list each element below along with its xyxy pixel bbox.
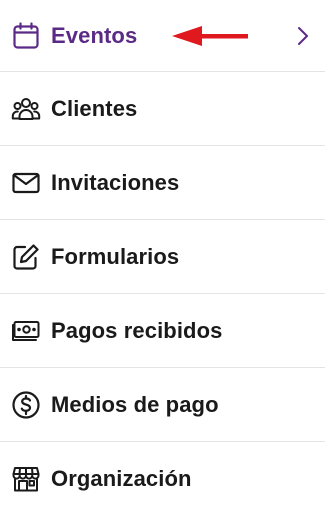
sidebar-menu: Eventos Clientes Invitaciones Formulario… — [0, 0, 325, 516]
calendar-icon — [11, 21, 41, 51]
dollar-circle-icon — [11, 390, 41, 420]
chevron-right-icon[interactable] — [295, 24, 311, 48]
menu-item-invitaciones[interactable]: Invitaciones — [0, 146, 325, 220]
menu-item-label: Medios de pago — [51, 391, 219, 417]
menu-item-eventos[interactable]: Eventos — [0, 0, 325, 72]
envelope-icon — [11, 168, 41, 198]
storefront-icon — [11, 464, 41, 494]
menu-item-label: Invitaciones — [51, 169, 180, 195]
annotation-arrow-icon — [170, 24, 250, 48]
menu-item-label: Eventos — [51, 22, 138, 48]
menu-item-label: Organización — [51, 466, 192, 491]
menu-item-label: Formularios — [51, 243, 180, 269]
menu-item-label: Clientes — [51, 95, 138, 121]
menu-item-formularios[interactable]: Formularios — [0, 220, 325, 294]
menu-item-pagos-recibidos[interactable]: Pagos recibidos — [0, 294, 325, 368]
menu-item-clientes[interactable]: Clientes — [0, 72, 325, 146]
banknote-icon — [11, 316, 41, 346]
menu-item-label: Pagos recibidos — [51, 317, 223, 343]
menu-item-organizacion[interactable]: Organización — [0, 442, 325, 516]
menu-item-medios-de-pago[interactable]: Medios de pago — [0, 368, 325, 442]
users-icon — [11, 94, 41, 124]
form-edit-icon — [11, 242, 41, 272]
